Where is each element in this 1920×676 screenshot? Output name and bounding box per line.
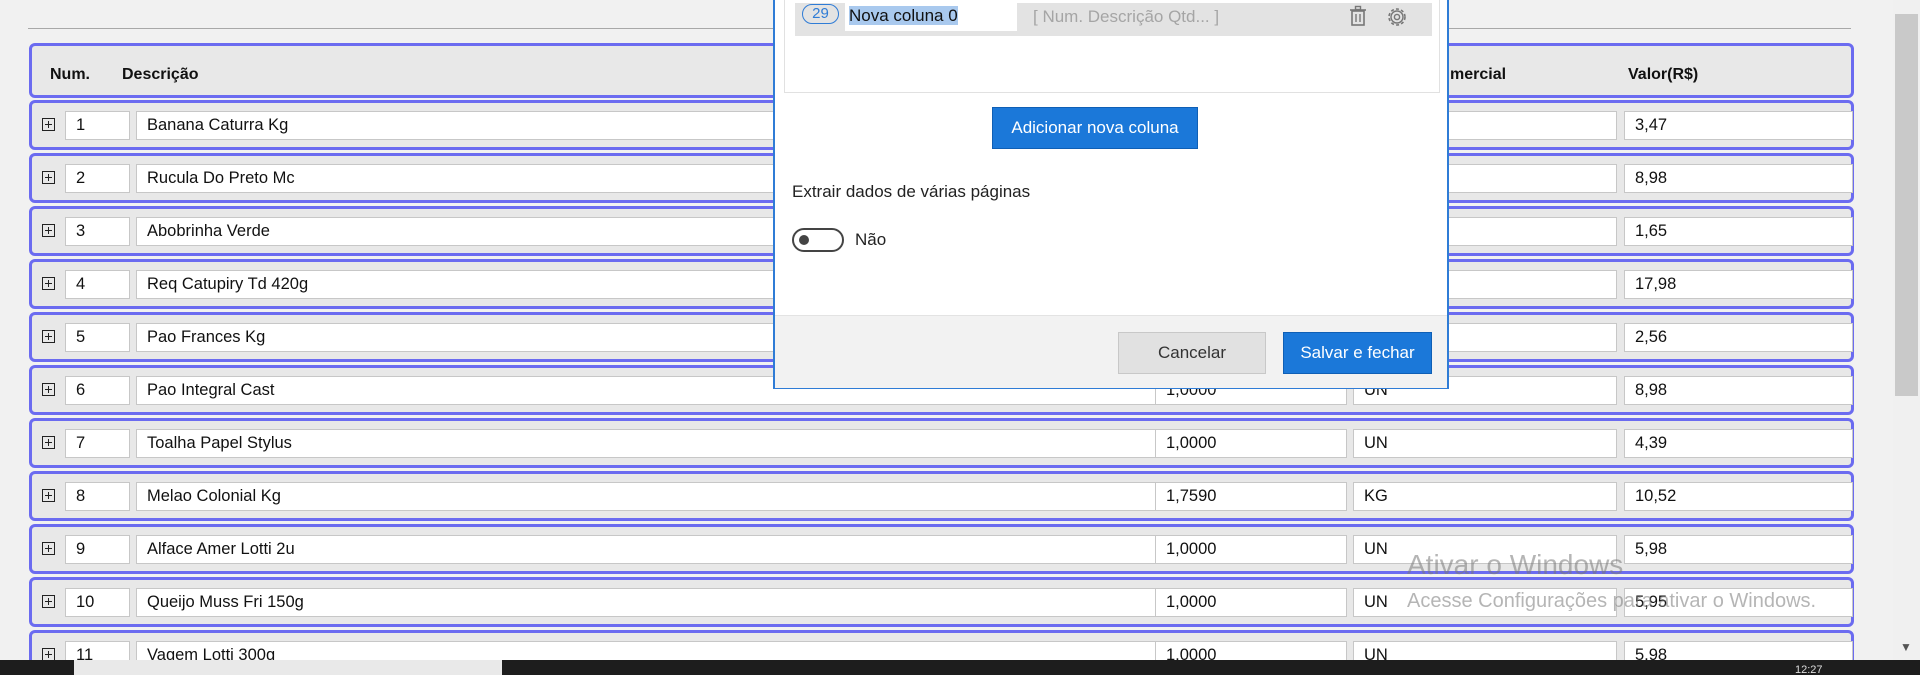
cell-quantidade[interactable]: 1,0000 bbox=[1155, 429, 1347, 458]
expand-row-icon[interactable] bbox=[42, 542, 55, 555]
column-index-badge: 29 bbox=[802, 4, 839, 24]
clock: 12:27 bbox=[1795, 664, 1823, 676]
cell-valor[interactable]: 1,65 bbox=[1624, 217, 1853, 246]
cell-num[interactable]: 6 bbox=[65, 376, 130, 405]
windows-activation-hint: Acesse Configurações para ativar o Windo… bbox=[1407, 590, 1817, 612]
table-row: 7 Toalha Papel Stylus 1,0000 UN 4,39 bbox=[29, 418, 1854, 468]
cell-num[interactable]: 7 bbox=[65, 429, 130, 458]
cell-descricao[interactable]: Alface Amer Lotti 2u bbox=[136, 535, 1157, 564]
expand-row-icon[interactable] bbox=[42, 118, 55, 131]
taskbar: 12:27 bbox=[0, 660, 1920, 676]
app-window: Num. Descrição mercial Valor(R$) 1 Banana… bbox=[0, 0, 1920, 676]
cell-descricao[interactable]: Toalha Papel Stylus bbox=[136, 429, 1157, 458]
toggle-knob bbox=[799, 235, 809, 245]
expand-row-icon[interactable] bbox=[42, 383, 55, 396]
windows-activation-watermark: Ativar o Windows bbox=[1407, 549, 1624, 580]
cell-unidade[interactable]: KG bbox=[1353, 482, 1617, 511]
cell-valor[interactable]: 8,98 bbox=[1624, 376, 1853, 405]
table-row: 8 Melao Colonial Kg 1,7590 KG 10,52 bbox=[29, 471, 1854, 521]
table-row: 11 Vagem Lotti 300g 1,0000 UN 5,98 bbox=[29, 630, 1854, 660]
content-area: Num. Descrição mercial Valor(R$) 1 Banana… bbox=[0, 0, 1893, 660]
cell-quantidade[interactable]: 1,0000 bbox=[1155, 588, 1347, 617]
cell-num[interactable]: 9 bbox=[65, 535, 130, 564]
expand-row-icon[interactable] bbox=[42, 648, 55, 660]
cell-quantidade[interactable]: 1,0000 bbox=[1155, 641, 1347, 660]
cell-valor[interactable]: 17,98 bbox=[1624, 270, 1853, 299]
add-column-button[interactable]: Adicionar nova coluna bbox=[992, 107, 1198, 149]
expand-row-icon[interactable] bbox=[42, 224, 55, 237]
cell-num[interactable]: 4 bbox=[65, 270, 130, 299]
cell-quantidade[interactable]: 1,7590 bbox=[1155, 482, 1347, 511]
header-valor: Valor(R$) bbox=[1628, 66, 1699, 83]
cell-valor[interactable]: 4,39 bbox=[1624, 429, 1853, 458]
save-close-button[interactable]: Salvar e fechar bbox=[1283, 332, 1432, 374]
cell-num[interactable]: 10 bbox=[65, 588, 130, 617]
column-config-dialog: 29 Nova coluna 0 [ Num. Descrição Qtd...… bbox=[773, 0, 1449, 389]
column-mapping-hint[interactable]: [ Num. Descrição Qtd... ] bbox=[1033, 7, 1219, 27]
cancel-button[interactable]: Cancelar bbox=[1118, 332, 1266, 374]
cell-valor[interactable]: 2,56 bbox=[1624, 323, 1853, 352]
gear-icon[interactable] bbox=[1385, 5, 1409, 29]
dialog-footer: Cancelar Salvar e fechar bbox=[775, 315, 1447, 388]
cell-num[interactable]: 3 bbox=[65, 217, 130, 246]
expand-row-icon[interactable] bbox=[42, 171, 55, 184]
cell-valor[interactable]: 5,98 bbox=[1624, 535, 1853, 564]
cell-descricao[interactable]: Vagem Lotti 300g bbox=[136, 641, 1157, 660]
cell-unidade[interactable]: UN bbox=[1353, 641, 1617, 660]
vertical-scrollbar[interactable]: ▼ bbox=[1893, 0, 1920, 660]
cell-num[interactable]: 11 bbox=[65, 641, 130, 660]
cell-descricao[interactable]: Melao Colonial Kg bbox=[136, 482, 1157, 511]
taskbar-search[interactable] bbox=[74, 660, 502, 675]
header-num: Num. bbox=[50, 66, 90, 83]
header-descricao: Descrição bbox=[122, 66, 199, 83]
cell-num[interactable]: 2 bbox=[65, 164, 130, 193]
column-row[interactable]: 29 Nova coluna 0 [ Num. Descrição Qtd...… bbox=[795, 1, 1432, 36]
cell-quantidade[interactable]: 1,0000 bbox=[1155, 535, 1347, 564]
scrollbar-thumb[interactable] bbox=[1895, 14, 1918, 396]
header-unidade-comercial: mercial bbox=[1450, 66, 1507, 83]
cell-num[interactable]: 5 bbox=[65, 323, 130, 352]
cell-valor[interactable]: 10,52 bbox=[1624, 482, 1853, 511]
cell-num[interactable]: 8 bbox=[65, 482, 130, 511]
multi-page-title: Extrair dados de várias páginas bbox=[792, 182, 1031, 201]
toggle-label: Não bbox=[855, 230, 887, 249]
cell-num[interactable]: 1 bbox=[65, 111, 130, 140]
columns-list: 29 Nova coluna 0 [ Num. Descrição Qtd...… bbox=[784, 0, 1440, 93]
column-name-value: Nova coluna 0 bbox=[849, 6, 958, 25]
expand-row-icon[interactable] bbox=[42, 436, 55, 449]
expand-row-icon[interactable] bbox=[42, 489, 55, 502]
cell-descricao[interactable]: Queijo Muss Fri 150g bbox=[136, 588, 1157, 617]
cell-unidade[interactable]: UN bbox=[1353, 429, 1617, 458]
column-name-input[interactable]: Nova coluna 0 bbox=[845, 1, 1017, 31]
expand-row-icon[interactable] bbox=[42, 277, 55, 290]
trash-icon[interactable] bbox=[1348, 5, 1368, 27]
expand-row-icon[interactable] bbox=[42, 330, 55, 343]
expand-row-icon[interactable] bbox=[42, 595, 55, 608]
cell-valor[interactable]: 8,98 bbox=[1624, 164, 1853, 193]
cell-valor[interactable]: 3,47 bbox=[1624, 111, 1853, 140]
cell-valor[interactable]: 5,98 bbox=[1624, 641, 1853, 660]
multi-page-toggle[interactable] bbox=[792, 228, 844, 252]
scroll-down-icon[interactable]: ▼ bbox=[1900, 640, 1912, 654]
